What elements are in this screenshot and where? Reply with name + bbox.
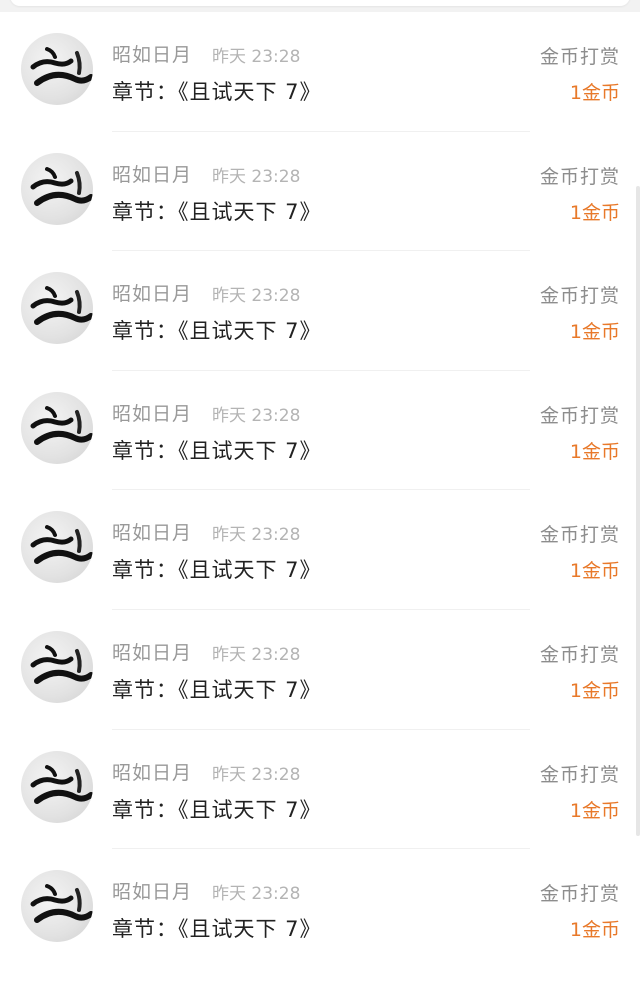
- reward-type: 金币打赏: [539, 46, 620, 68]
- list-item[interactable]: 昭如日月 昨天 23:28 章节：《且试天下 7》 金币打赏 1金币: [0, 12, 640, 132]
- chapter-title: 章节：《且试天下 7》: [112, 558, 322, 583]
- user-avatar[interactable]: [21, 511, 93, 584]
- list-item[interactable]: 昭如日月 昨天 23:28 章节：《且试天下 7》 金币打赏 1金币: [0, 132, 640, 252]
- reward-amount: 1金币: [569, 799, 620, 822]
- reward-type: 金币打赏: [539, 165, 620, 188]
- reward-amount: 1金币: [569, 82, 620, 104]
- previous-card-edge: [10, 0, 630, 6]
- user-name: 昭如日月: [112, 44, 193, 66]
- reward-amount: 1金币: [569, 560, 620, 583]
- reward-amount: 1金币: [569, 680, 620, 702]
- reward-type: 金币打赏: [539, 404, 620, 427]
- user-avatar[interactable]: [21, 272, 93, 345]
- list-item[interactable]: 昭如日月 昨天 23:28 章节：《且试天下 7》 金币打赏 1金币: [0, 251, 640, 371]
- user-name: 昭如日月: [112, 642, 193, 664]
- timestamp: 昨天 23:28: [212, 286, 301, 307]
- chapter-title: 章节：《且试天下 7》: [112, 319, 322, 344]
- calligraphy-avatar-icon: [30, 166, 93, 206]
- timestamp: 昨天 23:28: [212, 525, 301, 546]
- timestamp: 昨天 23:28: [212, 884, 301, 905]
- calligraphy-avatar-icon: [30, 884, 93, 924]
- user-name: 昭如日月: [112, 522, 193, 545]
- list-item[interactable]: 昭如日月 昨天 23:28 章节：《且试天下 7》 金币打赏 1金币: [0, 610, 640, 730]
- user-name: 昭如日月: [112, 163, 193, 186]
- reward-amount: 1金币: [569, 321, 620, 344]
- timestamp: 昨天 23:28: [212, 166, 301, 187]
- calligraphy-avatar-icon: [30, 645, 93, 684]
- user-avatar[interactable]: [21, 750, 93, 823]
- user-avatar[interactable]: [21, 631, 93, 703]
- chapter-title: 章节：《且试天下 7》: [112, 199, 322, 224]
- timestamp: 昨天 23:28: [212, 764, 301, 785]
- calligraphy-avatar-icon: [30, 286, 93, 326]
- user-avatar[interactable]: [21, 870, 93, 943]
- calligraphy-avatar-icon: [30, 47, 93, 86]
- timestamp: 昨天 23:28: [212, 645, 301, 665]
- reward-amount: 1金币: [569, 919, 620, 942]
- user-avatar[interactable]: [21, 33, 93, 105]
- chapter-title: 章节：《且试天下 7》: [112, 797, 322, 822]
- reward-amount: 1金币: [569, 440, 620, 463]
- list-item[interactable]: 昭如日月 昨天 23:28 章节：《且试天下 7》 金币打赏 1金币: [0, 371, 640, 491]
- list-item[interactable]: 昭如日月 昨天 23:28 章节：《且试天下 7》 金币打赏 1金币: [0, 490, 640, 610]
- reward-type: 金币打赏: [539, 285, 620, 308]
- user-name: 昭如日月: [112, 881, 193, 904]
- chapter-title: 章节：《且试天下 7》: [112, 917, 322, 942]
- calligraphy-avatar-icon: [30, 405, 93, 445]
- reward-type: 金币打赏: [539, 524, 620, 547]
- user-name: 昭如日月: [112, 283, 193, 306]
- reward-type: 金币打赏: [539, 763, 620, 786]
- timestamp: 昨天 23:28: [212, 47, 301, 67]
- user-name: 昭如日月: [112, 761, 193, 784]
- reward-amount: 1金币: [569, 201, 620, 224]
- reward-type: 金币打赏: [539, 644, 620, 666]
- user-avatar[interactable]: [21, 391, 93, 464]
- reward-type: 金币打赏: [539, 883, 620, 906]
- list-item[interactable]: 昭如日月 昨天 23:28 章节：《且试天下 7》 金币打赏 1金币: [0, 730, 640, 850]
- user-name: 昭如日月: [112, 402, 193, 425]
- chapter-title: 章节：《且试天下 7》: [112, 80, 322, 104]
- chapter-title: 章节：《且试天下 7》: [112, 678, 322, 702]
- user-avatar[interactable]: [21, 152, 93, 225]
- calligraphy-avatar-icon: [30, 525, 93, 565]
- reward-record-list[interactable]: 昭如日月 昨天 23:28 章节：《且试天下 7》 金币打赏 1金币 昭如日月 …: [0, 12, 640, 982]
- timestamp: 昨天 23:28: [212, 405, 301, 426]
- scrollbar[interactable]: [636, 186, 640, 836]
- list-item[interactable]: 昭如日月 昨天 23:28 章节：《且试天下 7》 金币打赏 1金币: [0, 849, 640, 969]
- calligraphy-avatar-icon: [30, 764, 93, 804]
- chapter-title: 章节：《且试天下 7》: [112, 438, 322, 463]
